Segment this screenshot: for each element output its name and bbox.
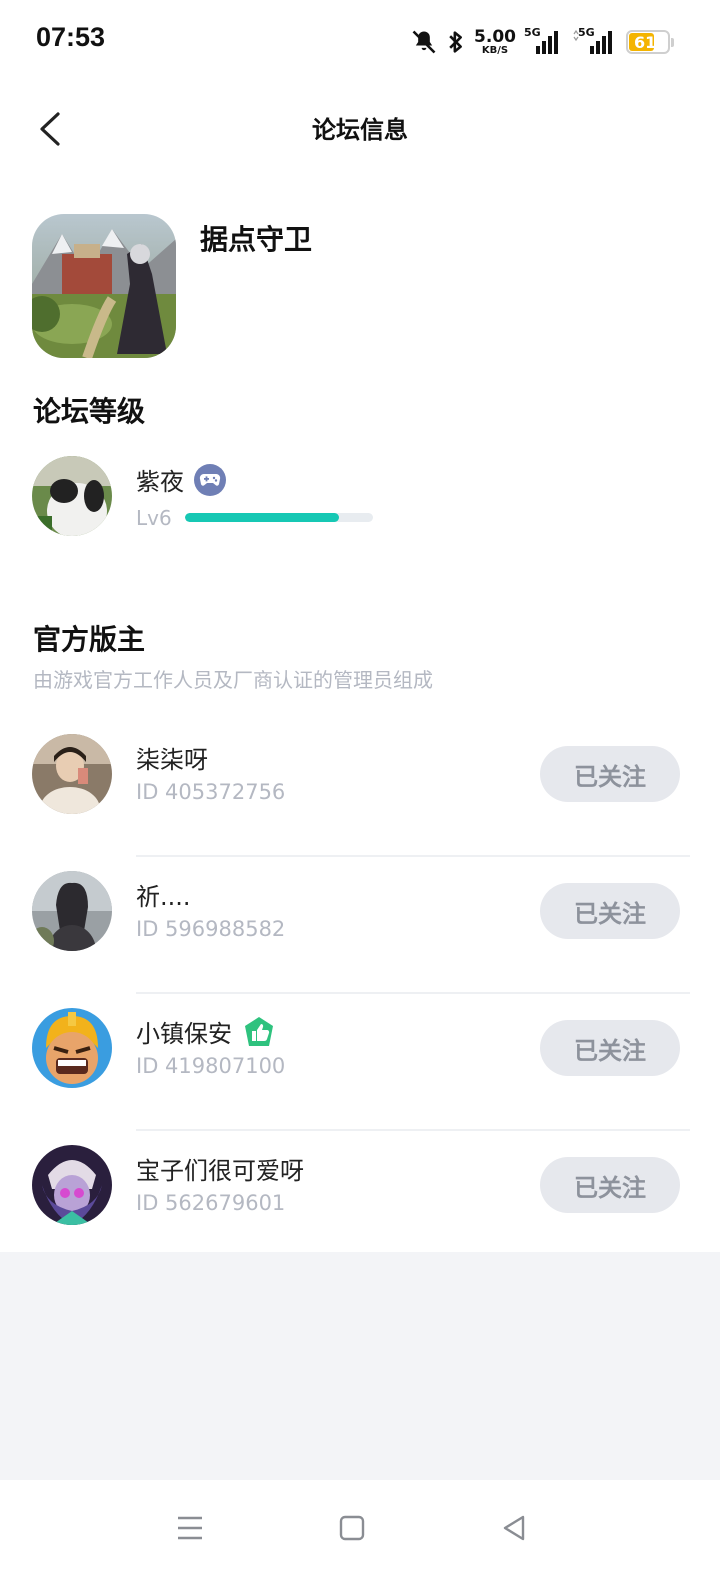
level-user: 紫夜 [136,462,226,497]
moderator-row[interactable]: 祈.... ID 596988582 已关注 [0,857,720,994]
following-button[interactable]: 已关注 [540,1157,680,1213]
moderator-id: ID 562679601 [136,1191,286,1215]
forum-level-title: 论坛等级 [33,395,146,428]
verified-moderator-icon [245,1016,273,1046]
level-progress-fill [185,513,340,522]
mute-bell-icon [412,30,436,54]
signal-2: 5G [572,26,612,56]
level-label: Lv6 [136,506,172,530]
page-title: 论坛信息 [312,116,408,144]
following-button[interactable]: 已关注 [540,1020,680,1076]
avatar[interactable] [32,734,112,814]
battery-icon: 61 [626,30,674,54]
avatar[interactable] [32,1008,112,1088]
status-time: 07:53 [36,22,106,52]
net-speed-value: 5.00 [474,26,516,47]
header: 论坛信息 [0,84,720,174]
home-square-icon[interactable] [330,1506,374,1550]
menu-icon[interactable] [168,1506,212,1550]
battery-level: 61 [634,32,657,52]
moderator-id: ID 419807100 [136,1054,286,1078]
bluetooth-icon [449,31,462,53]
signal-1: 5G [524,26,558,56]
moderator-id: ID 596988582 [136,917,286,941]
system-nav-bar [0,1480,720,1584]
forum-info-screen: 07:53 5.00 KB/S 5G 5G 61 论坛信息 据点守卫 论坛等级 … [0,0,720,1584]
moderator-name-text: 小镇保安 [136,1020,232,1048]
moderator-row[interactable]: 柒柒呀 ID 405372756 已关注 [0,720,720,857]
level-user-name: 紫夜 [136,468,184,496]
gamepad-icon [194,463,226,496]
moderator-name: 小镇保安 [136,1014,276,1049]
moderator-row[interactable]: 宝子们很可爱呀 ID 562679601 已关注 [0,1131,720,1268]
avatar[interactable] [32,1145,112,1225]
back-triangle-icon[interactable] [492,1506,536,1550]
moderator-name-text: 宝子们很可爱呀 [136,1157,304,1185]
moderators-section: 官方版主 由游戏官方工作人员及厂商认证的管理员组成 柒柒呀 ID 4053727… [0,580,720,1252]
following-button[interactable]: 已关注 [540,746,680,802]
forum-summary: 据点守卫 论坛等级 紫夜 Lv6 [0,174,720,580]
moderator-name-text: 祈.... [136,883,191,911]
avatar[interactable] [32,456,112,536]
signal-bars-icon [573,29,612,54]
moderators-title: 官方版主 [33,623,146,656]
game-name: 据点守卫 [200,223,313,256]
moderators-subtitle: 由游戏官方工作人员及厂商认证的管理员组成 [33,668,433,692]
following-button[interactable]: 已关注 [540,883,680,939]
moderator-id: ID 405372756 [136,780,286,804]
status-bar: 07:53 5.00 KB/S 5G 5G 61 [0,0,720,84]
moderator-name: 宝子们很可爱呀 [136,1151,304,1186]
moderator-name: 祈.... [136,877,191,912]
moderator-row[interactable]: 小镇保安 ID 419807100 已关注 [0,994,720,1131]
avatar[interactable] [32,871,112,951]
net-speed: 5.00 KB/S [474,26,516,56]
level-progress-bar [185,513,373,522]
net-speed-unit: KB/S [481,44,509,56]
game-cover-image [32,214,176,358]
moderator-name-text: 柒柒呀 [136,746,208,774]
status-icons: 5.00 KB/S 5G 5G 61 [410,24,674,60]
signal-bars-icon [536,31,558,54]
moderator-name: 柒柒呀 [136,740,208,775]
